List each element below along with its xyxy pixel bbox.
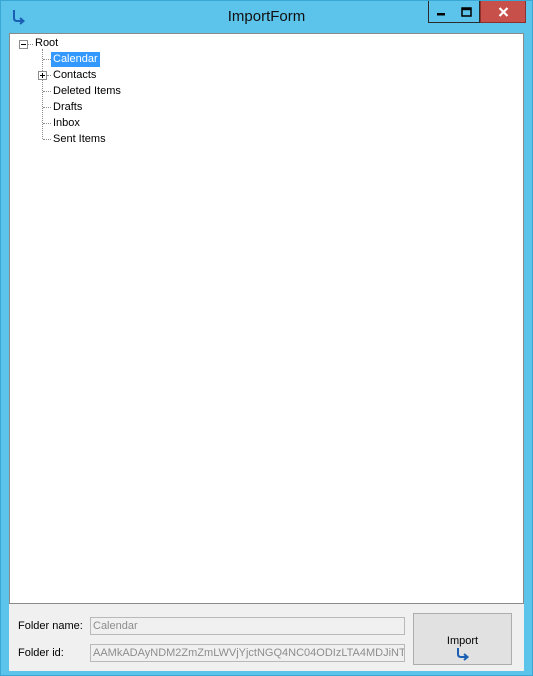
- maximize-button[interactable]: [453, 1, 480, 23]
- expand-contacts-icon[interactable]: [38, 71, 47, 80]
- collapse-root-icon[interactable]: [19, 40, 28, 49]
- folder-name-label: Folder name:: [18, 620, 83, 632]
- tree-node-root[interactable]: Root: [33, 36, 60, 51]
- tree-node-sent-items[interactable]: Sent Items: [51, 132, 108, 147]
- tree-node-drafts[interactable]: Drafts: [51, 100, 84, 115]
- folder-id-label: Folder id:: [18, 647, 64, 659]
- tree-node-contacts[interactable]: Contacts: [51, 68, 98, 83]
- import-arrow-icon: [457, 648, 470, 661]
- tree-node-inbox[interactable]: Inbox: [51, 116, 82, 131]
- import-button[interactable]: Import: [413, 613, 512, 665]
- folder-name-field[interactable]: Calendar: [90, 617, 405, 635]
- title-bar[interactable]: ImportForm: [1, 1, 532, 33]
- import-button-label: Import: [446, 635, 479, 647]
- tree-node-calendar[interactable]: Calendar: [51, 52, 100, 67]
- minimize-button[interactable]: [428, 1, 454, 23]
- tree-node-deleted-items[interactable]: Deleted Items: [51, 84, 123, 99]
- maximize-icon: [460, 6, 472, 17]
- import-form-window: ImportForm Root Calendar Contacts Delete…: [0, 0, 533, 676]
- minimize-icon: [437, 12, 445, 15]
- folder-tree[interactable]: Root Calendar Contacts Deleted Items Dra…: [9, 33, 524, 604]
- folder-id-field[interactable]: AAMkADAyNDM2ZmZmLWVjYjctNGQ4NC04ODIzLTA4…: [90, 644, 405, 662]
- folder-details-panel: Folder name: Calendar Folder id: AAMkADA…: [9, 604, 524, 671]
- close-button[interactable]: [480, 1, 526, 23]
- close-icon: [498, 6, 508, 17]
